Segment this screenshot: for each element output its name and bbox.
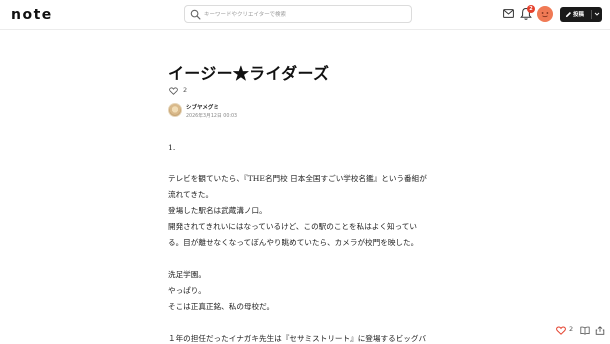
body-line: る。目が離せなくなってぼんやり眺めていたら、カメラが校門を映した。 [168,238,419,247]
book-icon[interactable] [580,326,590,335]
user-avatar[interactable] [537,6,553,22]
chevron-down-icon[interactable] [594,11,600,17]
avatar-face-icon [541,12,549,18]
like-count[interactable]: 2 [183,86,187,94]
heart-icon[interactable] [556,326,566,335]
notification-badge: 2 [527,5,535,13]
author-avatar[interactable] [168,103,182,117]
publish-date: 2026年3月12日 00:03 [186,114,238,119]
body-line: 開発されてきれいにはなっているけど、この駅のことを私はよく知ってい [168,222,417,231]
body-line: 洗足学園。 [168,270,206,279]
body-line: 1. [168,143,176,152]
body-line: 登場した駅名は武蔵溝ノ口。 [168,206,267,215]
body-line: そこは正真正銘、私の母校だ。 [168,302,275,311]
pencil-icon [565,11,572,18]
note-logo[interactable]: note [11,7,53,23]
share-icon[interactable] [595,326,605,335]
floating-action-bar: 2 [552,324,610,338]
author-name[interactable]: シブヤメグミ [186,103,219,111]
post-button-divider [591,10,592,19]
body-line: やっぱり。 [168,286,206,295]
author-info[interactable]: シブヤメグミ 2026年3月12日 00:03 [168,103,368,119]
search-input[interactable] [204,8,409,21]
body-line: 流れてきた。 [168,190,214,199]
heart-icon[interactable] [169,87,178,95]
search-icon [190,9,201,20]
post-button[interactable]: 投稿 [560,7,602,22]
article-title: イージー★ライダーズ [168,64,330,83]
search-box[interactable] [184,5,412,23]
mail-icon[interactable] [503,9,514,18]
top-header: note 2 投稿 [0,0,610,30]
body-line: テレビを観ていたら、『THE名門校 日本全国すごい学校名鑑』という番組が [168,174,427,183]
post-button-label: 投稿 [573,12,585,18]
footer-like-count[interactable]: 2 [569,325,573,333]
body-line: １年の担任だったイナガキ先生は『セサミストリート』に登場するビッグバ [168,334,427,343]
